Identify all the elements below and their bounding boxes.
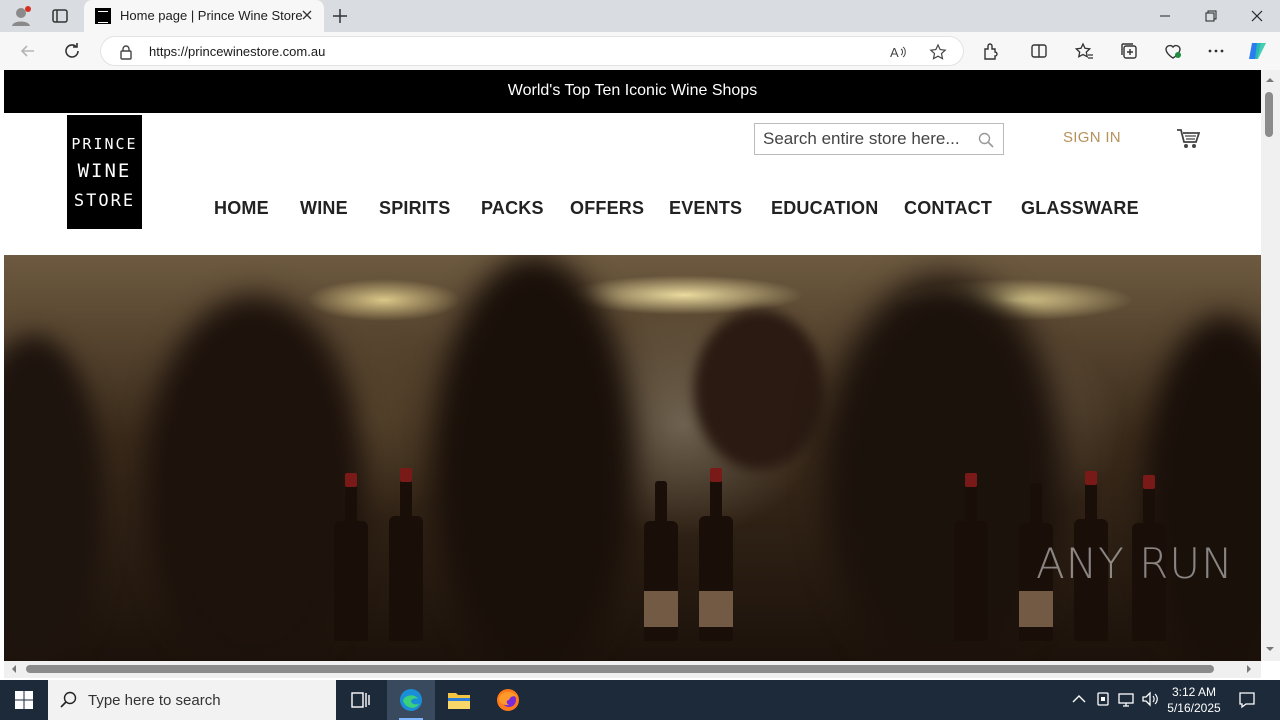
hero-bottle (334, 481, 368, 641)
profile-icon[interactable] (10, 5, 32, 27)
clock-time: 3:12 AM (1171, 685, 1217, 699)
split-screen-icon[interactable] (1029, 41, 1049, 61)
taskbar-edge-button[interactable] (387, 680, 435, 720)
scroll-down-icon[interactable] (1266, 645, 1274, 653)
copilot-icon[interactable] (1246, 39, 1270, 63)
lock-icon[interactable] (119, 44, 133, 60)
back-icon[interactable] (18, 41, 38, 61)
read-aloud-icon[interactable]: A (889, 43, 907, 61)
notifications-icon[interactable] (1238, 691, 1256, 709)
hero-bottle-cap (965, 473, 977, 487)
nav-spirits[interactable]: SPIRITS (379, 198, 450, 219)
hero-bottle-cap (1085, 471, 1097, 485)
settings-more-icon[interactable] (1206, 41, 1226, 61)
nav-glassware[interactable]: GLASSWARE (1021, 198, 1139, 219)
favorite-star-icon[interactable] (929, 43, 947, 61)
nav-offers[interactable]: OFFERS (570, 198, 644, 219)
minimize-icon[interactable] (1155, 6, 1175, 26)
taskbar-explorer-button[interactable] (435, 680, 483, 720)
clock-date: 5/16/2025 (1167, 701, 1221, 715)
windows-taskbar: Type here to search 3:12 AM 5/16/2025 (0, 680, 1280, 720)
show-hidden-icons-icon[interactable] (1070, 690, 1088, 708)
hero-silhouette-left (144, 295, 364, 661)
hero-bottle-cap (345, 473, 357, 487)
device-icon[interactable] (1094, 690, 1112, 708)
hero-bottle-cap (710, 468, 722, 482)
cart-icon[interactable] (1176, 128, 1200, 150)
horizontal-scroll-thumb[interactable] (26, 665, 1214, 673)
task-view-button[interactable] (336, 680, 384, 720)
windows-start-icon[interactable] (14, 690, 34, 710)
anyrun-watermark: ANY RUN (1036, 539, 1234, 588)
horizontal-scrollbar[interactable] (4, 661, 1261, 678)
nav-packs[interactable]: PACKS (481, 198, 544, 219)
scroll-up-icon[interactable] (1266, 76, 1274, 84)
firefox-icon (497, 689, 519, 711)
logo-line-prince: PRINCE (71, 135, 138, 153)
vertical-scrollbar[interactable] (1261, 70, 1280, 661)
tab-title: Home page | Prince Wine Store (120, 8, 303, 23)
hero-bottle-cap (400, 468, 412, 482)
hero-bottle-label (1019, 591, 1053, 627)
restore-icon[interactable] (1201, 6, 1221, 26)
hero-video-banner[interactable] (4, 255, 1261, 661)
edge-icon (400, 689, 422, 711)
nav-home[interactable]: HOME (214, 198, 269, 219)
scroll-right-icon[interactable] (1245, 665, 1253, 673)
close-window-icon[interactable] (1247, 6, 1267, 26)
search-icon (60, 691, 77, 708)
hero-bottle (389, 476, 423, 641)
vertical-scroll-thumb[interactable] (1265, 92, 1273, 137)
logo-line-wine: WINE (77, 160, 132, 182)
nav-contact[interactable]: CONTACT (904, 198, 992, 219)
extensions-icon[interactable] (981, 41, 1001, 61)
nav-events[interactable]: EVENTS (669, 198, 742, 219)
refresh-icon[interactable] (62, 41, 82, 61)
taskbar-firefox-button[interactable] (484, 680, 532, 720)
search-icon[interactable] (978, 132, 994, 148)
site-favicon-icon (95, 8, 111, 24)
close-tab-icon[interactable] (300, 8, 314, 22)
collections-icon[interactable] (1119, 41, 1139, 61)
taskbar-search-box[interactable]: Type here to search (48, 680, 336, 720)
taskbar-search-placeholder: Type here to search (88, 692, 221, 709)
task-view-icon (351, 692, 370, 708)
promo-banner[interactable]: World's Top Ten Iconic Wine Shops (4, 70, 1261, 113)
hero-figure (694, 310, 824, 470)
nav-education[interactable]: EDUCATION (771, 198, 878, 219)
hero-bottle (954, 481, 988, 641)
sign-in-link[interactable]: SIGN IN (1063, 129, 1121, 146)
main-navigation: HOME WINE SPIRITS PACKS OFFERS EVENTS ED… (4, 198, 1261, 218)
new-tab-icon[interactable] (330, 6, 350, 26)
address-toolbar: https://princewinestore.com.au A (0, 32, 1280, 70)
store-search-box[interactable] (754, 123, 1004, 155)
volume-icon[interactable] (1141, 690, 1159, 708)
browser-tab-bar: Home page | Prince Wine Store (0, 0, 1280, 32)
tab-actions-icon[interactable] (50, 6, 70, 26)
browser-essentials-icon[interactable] (1163, 41, 1183, 61)
svg-text:A: A (890, 45, 899, 60)
nav-wine[interactable]: WINE (300, 198, 348, 219)
store-search-input[interactable] (763, 128, 971, 150)
url-text[interactable]: https://princewinestore.com.au (149, 44, 325, 59)
taskbar-clock[interactable]: 3:12 AM 5/16/2025 (1162, 684, 1226, 716)
hero-silhouette-center (434, 255, 634, 661)
hero-bottle-cap (1143, 475, 1155, 489)
hero-bottle-label (644, 591, 678, 627)
hero-bottle-label (699, 591, 733, 627)
scroll-left-icon[interactable] (10, 665, 18, 673)
hero-silhouette-far-left (4, 335, 104, 661)
address-bar[interactable]: https://princewinestore.com.au A (100, 36, 964, 66)
favorites-icon[interactable] (1074, 41, 1094, 61)
network-icon[interactable] (1117, 690, 1135, 708)
active-tab[interactable]: Home page | Prince Wine Store (84, 0, 324, 32)
file-explorer-icon (448, 693, 470, 709)
